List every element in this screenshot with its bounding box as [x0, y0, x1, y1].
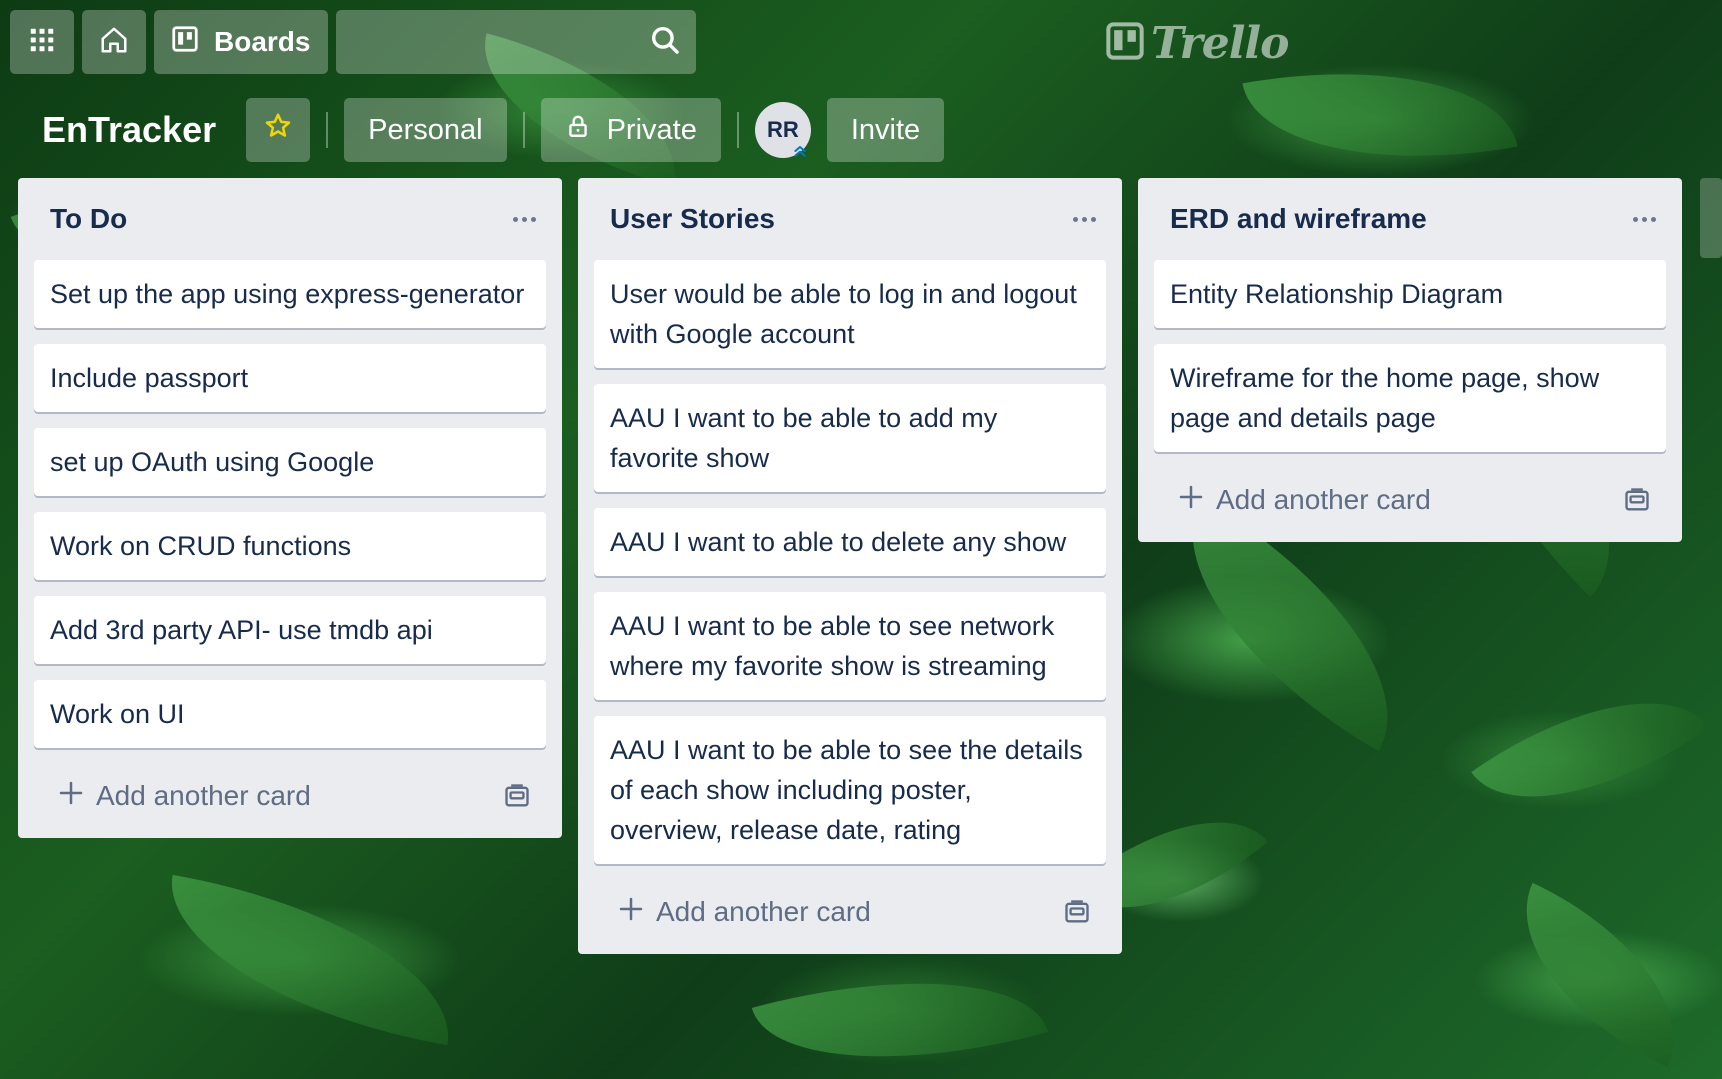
workspace-label: Personal	[368, 113, 483, 146]
list-menu-icon[interactable]	[502, 199, 546, 239]
invite-button[interactable]: Invite	[826, 98, 945, 162]
background-leaf	[1486, 882, 1714, 1068]
trello-logo-text: Trello	[1151, 17, 1289, 69]
list-footer: Add another card	[34, 764, 546, 828]
header-divider	[326, 112, 329, 148]
header-divider	[522, 112, 525, 148]
workspace-button[interactable]: Personal	[344, 98, 507, 162]
star-icon	[263, 111, 293, 149]
list-header[interactable]: To Do	[34, 178, 546, 260]
add-card-label: Add another card	[656, 896, 871, 927]
lock-icon	[565, 113, 591, 147]
add-card-button[interactable]: Add another card	[56, 778, 311, 815]
card-template-icon[interactable]	[502, 781, 532, 811]
board-title[interactable]: EnTracker	[42, 109, 216, 151]
card-template-icon[interactable]	[1622, 485, 1652, 515]
card[interactable]: AAU I want to be able to add my favorite…	[594, 384, 1106, 492]
card[interactable]: Include passport	[34, 344, 546, 412]
board-header: EnTracker Personal Private RR Invite	[42, 98, 945, 162]
avatar-initials: RR	[766, 117, 799, 142]
plus-icon	[56, 778, 86, 815]
card[interactable]: Set up the app using express-generator	[34, 260, 546, 328]
invite-label: Invite	[850, 113, 921, 146]
background-leaf	[1471, 645, 1709, 855]
card[interactable]: Work on CRUD functions	[34, 512, 546, 580]
card[interactable]: Entity Relationship Diagram	[1154, 260, 1666, 328]
list-title[interactable]: User Stories	[610, 203, 775, 235]
card[interactable]: AAU I want to able to delete any show	[594, 508, 1106, 576]
card[interactable]: User would be able to log in and logout …	[594, 260, 1106, 368]
list-title[interactable]: ERD and wireframe	[1170, 203, 1427, 235]
background-leaf	[751, 935, 1049, 1079]
list-menu-icon[interactable]	[1062, 199, 1106, 239]
add-list-stub[interactable]	[1700, 178, 1722, 258]
grid-icon	[27, 25, 57, 60]
card[interactable]: AAU I want to be able to see the details…	[594, 716, 1106, 864]
trello-logo-icon	[1105, 21, 1145, 66]
admin-chevron-icon	[791, 142, 809, 160]
list-erd-and-wireframe: ERD and wireframe Entity Relationship Di…	[1138, 178, 1682, 542]
list-title[interactable]: To Do	[50, 203, 127, 235]
card-template-icon[interactable]	[1062, 897, 1092, 927]
home-button[interactable]	[82, 10, 146, 74]
background-leaf	[151, 874, 469, 1046]
trello-logo[interactable]: Trello	[1105, 17, 1289, 69]
search-box[interactable]	[336, 10, 697, 74]
card[interactable]: Work on UI	[34, 680, 546, 748]
visibility-button[interactable]: Private	[540, 98, 721, 162]
list-footer: Add another card	[594, 880, 1106, 944]
card[interactable]: Wireframe for the home page, show page a…	[1154, 344, 1666, 452]
boards-button[interactable]: Boards	[154, 10, 329, 74]
list-user-stories: User Stories User would be able to log i…	[578, 178, 1122, 954]
home-icon	[99, 25, 129, 60]
card[interactable]: Add 3rd party API- use tmdb api	[34, 596, 546, 664]
list-header[interactable]: ERD and wireframe	[1154, 178, 1666, 260]
top-bar: Boards	[10, 10, 697, 74]
add-card-button[interactable]: Add another card	[616, 894, 871, 931]
header-divider	[736, 112, 739, 148]
list-menu-icon[interactable]	[1622, 199, 1666, 239]
apps-button[interactable]	[10, 10, 74, 74]
plus-icon	[616, 894, 646, 931]
list-footer: Add another card	[1154, 468, 1666, 532]
add-card-button[interactable]: Add another card	[1176, 482, 1431, 519]
boards-label: Boards	[214, 26, 311, 57]
card[interactable]: set up OAuth using Google	[34, 428, 546, 496]
plus-icon	[1176, 482, 1206, 519]
member-avatar[interactable]: RR	[754, 102, 811, 160]
card[interactable]: AAU I want to be able to see network whe…	[594, 592, 1106, 700]
search-input[interactable]	[336, 10, 697, 74]
list-header[interactable]: User Stories	[594, 178, 1106, 260]
list-to-do: To Do Set up the app using express-gener…	[18, 178, 562, 838]
board-icon	[170, 24, 200, 61]
add-card-label: Add another card	[96, 780, 311, 811]
visibility-label: Private	[606, 113, 697, 146]
add-card-label: Add another card	[1216, 484, 1431, 515]
star-board-button[interactable]	[246, 98, 311, 162]
search-icon	[648, 23, 682, 62]
